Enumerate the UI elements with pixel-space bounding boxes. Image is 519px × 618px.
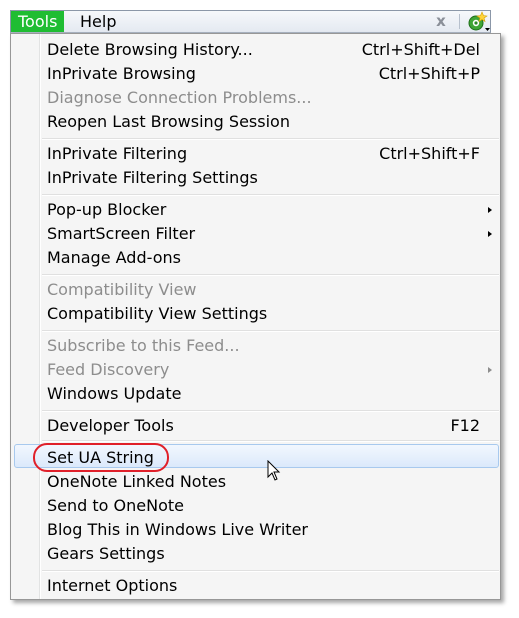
menu-item-shortcut: Ctrl+Shift+F (379, 144, 480, 163)
menu-item-feed-discovery: Feed Discovery (11, 358, 500, 382)
menu-item-label: Send to OneNote (47, 496, 184, 515)
menu-item-label: Developer Tools (47, 416, 174, 435)
menu-separator (42, 138, 499, 140)
menu-item-label: Windows Update (47, 384, 182, 403)
menu-item-send-to-onenote[interactable]: Send to OneNote (11, 494, 500, 518)
menu-item-label: Manage Add-ons (47, 248, 181, 267)
menu-item-label: Reopen Last Browsing Session (47, 112, 290, 131)
menu-item-developer-tools[interactable]: Developer Tools F12 (11, 414, 500, 438)
menu-item-popup-blocker[interactable]: Pop-up Blocker (11, 198, 500, 222)
tools-menu[interactable]: Tools (11, 11, 65, 32)
menu-item-label: InPrivate Browsing (47, 64, 196, 83)
addon-icon[interactable] (465, 11, 491, 33)
menu-item-inprivate-filtering[interactable]: InPrivate Filtering Ctrl+Shift+F (11, 142, 500, 166)
annotation-circle (33, 443, 169, 472)
menu-item-shortcut: Ctrl+Shift+Del (361, 40, 480, 59)
menu-item-label: Internet Options (47, 576, 178, 595)
close-icon[interactable]: x (431, 12, 451, 31)
menu-item-inprivate-browsing[interactable]: InPrivate Browsing Ctrl+Shift+P (11, 62, 500, 86)
menu-item-label: InPrivate Filtering (47, 144, 188, 163)
menu-separator (42, 330, 499, 332)
menu-item-reopen-last-session[interactable]: Reopen Last Browsing Session (11, 110, 500, 134)
menu-item-label: Compatibility View Settings (47, 304, 268, 323)
menu-item-internet-options[interactable]: Internet Options (11, 574, 500, 598)
menu-item-label: Subscribe to this Feed... (47, 336, 240, 355)
menu-item-blog-this[interactable]: Blog This in Windows Live Writer (11, 518, 500, 542)
menu-item-manage-addons[interactable]: Manage Add-ons (11, 246, 500, 270)
submenu-arrow-icon (488, 207, 492, 213)
toolbar-separator (459, 14, 460, 29)
menu-item-label: Delete Browsing History... (47, 40, 253, 59)
submenu-arrow-icon (488, 367, 492, 373)
menu-item-label: SmartScreen Filter (47, 224, 196, 243)
menu-separator (42, 440, 499, 442)
menu-item-smartscreen-filter[interactable]: SmartScreen Filter (11, 222, 500, 246)
menu-item-label: Feed Discovery (47, 360, 170, 379)
menu-item-diagnose-connection: Diagnose Connection Problems... (11, 86, 500, 110)
menu-item-compatibility-view-settings[interactable]: Compatibility View Settings (11, 302, 500, 326)
menu-bar: Tools Help x (10, 10, 491, 33)
menu-item-label: Compatibility View (47, 280, 197, 299)
menu-separator (42, 194, 499, 196)
menu-separator (42, 274, 499, 276)
menu-separator (42, 570, 499, 572)
tools-dropdown-menu: Delete Browsing History... Ctrl+Shift+De… (10, 33, 501, 600)
menu-item-gears-settings[interactable]: Gears Settings (11, 542, 500, 566)
submenu-arrow-icon (488, 231, 492, 237)
menu-item-label: OneNote Linked Notes (47, 472, 227, 491)
menu-item-label: InPrivate Filtering Settings (47, 168, 258, 187)
help-menu[interactable]: Help (73, 11, 123, 32)
menu-item-subscribe-feed: Subscribe to this Feed... (11, 334, 500, 358)
mouse-cursor-icon (267, 460, 281, 481)
menu-item-label: Blog This in Windows Live Writer (47, 520, 308, 539)
menu-item-onenote-linked-notes[interactable]: OneNote Linked Notes (11, 470, 500, 494)
menu-item-shortcut: F12 (450, 416, 480, 435)
menu-item-windows-update[interactable]: Windows Update (11, 382, 500, 406)
menu-item-label: Pop-up Blocker (47, 200, 167, 219)
menu-item-delete-browsing-history[interactable]: Delete Browsing History... Ctrl+Shift+De… (11, 38, 500, 62)
menu-item-compatibility-view: Compatibility View (11, 278, 500, 302)
menu-item-label: Diagnose Connection Problems... (47, 88, 312, 107)
menu-item-shortcut: Ctrl+Shift+P (378, 64, 480, 83)
menu-item-label: Gears Settings (47, 544, 165, 563)
menu-separator (42, 410, 499, 412)
menu-item-inprivate-filtering-settings[interactable]: InPrivate Filtering Settings (11, 166, 500, 190)
